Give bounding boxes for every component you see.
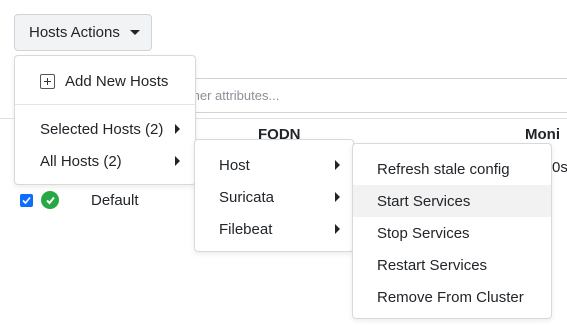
- caret-right-icon: [175, 124, 180, 134]
- action-remove-from-cluster[interactable]: Remove From Cluster: [353, 281, 551, 313]
- row-host-name[interactable]: Default: [91, 192, 139, 209]
- hosts-actions-button[interactable]: Hosts Actions: [14, 14, 152, 51]
- caret-down-icon: [129, 30, 140, 35]
- action-start-services[interactable]: Start Services: [353, 185, 551, 217]
- action-label: Stop Services: [377, 224, 470, 242]
- menu-item-label: All Hosts (2): [40, 152, 122, 170]
- menu-divider: [15, 104, 195, 105]
- submenu-item-label: Suricata: [219, 188, 275, 206]
- menu-item-all-hosts[interactable]: All Hosts (2): [15, 146, 195, 176]
- menu-item-label: Add New Hosts: [65, 72, 169, 90]
- row-checkbox[interactable]: [20, 194, 33, 207]
- column-header-monitor[interactable]: Moni: [525, 126, 560, 143]
- action-refresh-stale-config[interactable]: Refresh stale config: [353, 153, 551, 185]
- menu-item-add-new-hosts[interactable]: Add New Hosts: [15, 66, 195, 96]
- caret-right-icon: [175, 156, 180, 166]
- action-label: Remove From Cluster: [377, 288, 524, 306]
- menu-item-selected-hosts[interactable]: Selected Hosts (2): [15, 114, 195, 144]
- status-ok-icon: [41, 191, 59, 209]
- action-label: Start Services: [377, 192, 471, 210]
- search-placeholder: ther attributes...: [189, 88, 280, 103]
- caret-right-icon: [335, 224, 340, 234]
- hosts-actions-menu: Add New Hosts Selected Hosts (2) All Hos…: [14, 55, 196, 185]
- check-icon: [22, 196, 31, 205]
- hosts-actions-label: Hosts Actions: [29, 24, 120, 41]
- search-input[interactable]: ther attributes...: [150, 78, 567, 113]
- add-box-icon: [40, 73, 55, 89]
- caret-right-icon: [335, 160, 340, 170]
- menu-item-label: Selected Hosts (2): [40, 120, 164, 138]
- host-actions-submenu: Refresh stale config Start Services Stop…: [352, 143, 552, 319]
- caret-right-icon: [335, 192, 340, 202]
- submenu-item-label: Filebeat: [219, 220, 273, 238]
- action-label: Refresh stale config: [377, 160, 510, 178]
- action-restart-services[interactable]: Restart Services: [353, 249, 551, 281]
- row-partial-value: 0s: [552, 159, 567, 176]
- services-submenu: Host Suricata Filebeat: [194, 139, 354, 252]
- action-stop-services[interactable]: Stop Services: [353, 217, 551, 249]
- submenu-item-filebeat[interactable]: Filebeat: [195, 213, 353, 245]
- action-label: Restart Services: [377, 256, 488, 274]
- submenu-item-label: Host: [219, 156, 250, 174]
- submenu-item-suricata[interactable]: Suricata: [195, 181, 353, 213]
- submenu-item-host[interactable]: Host: [195, 149, 353, 181]
